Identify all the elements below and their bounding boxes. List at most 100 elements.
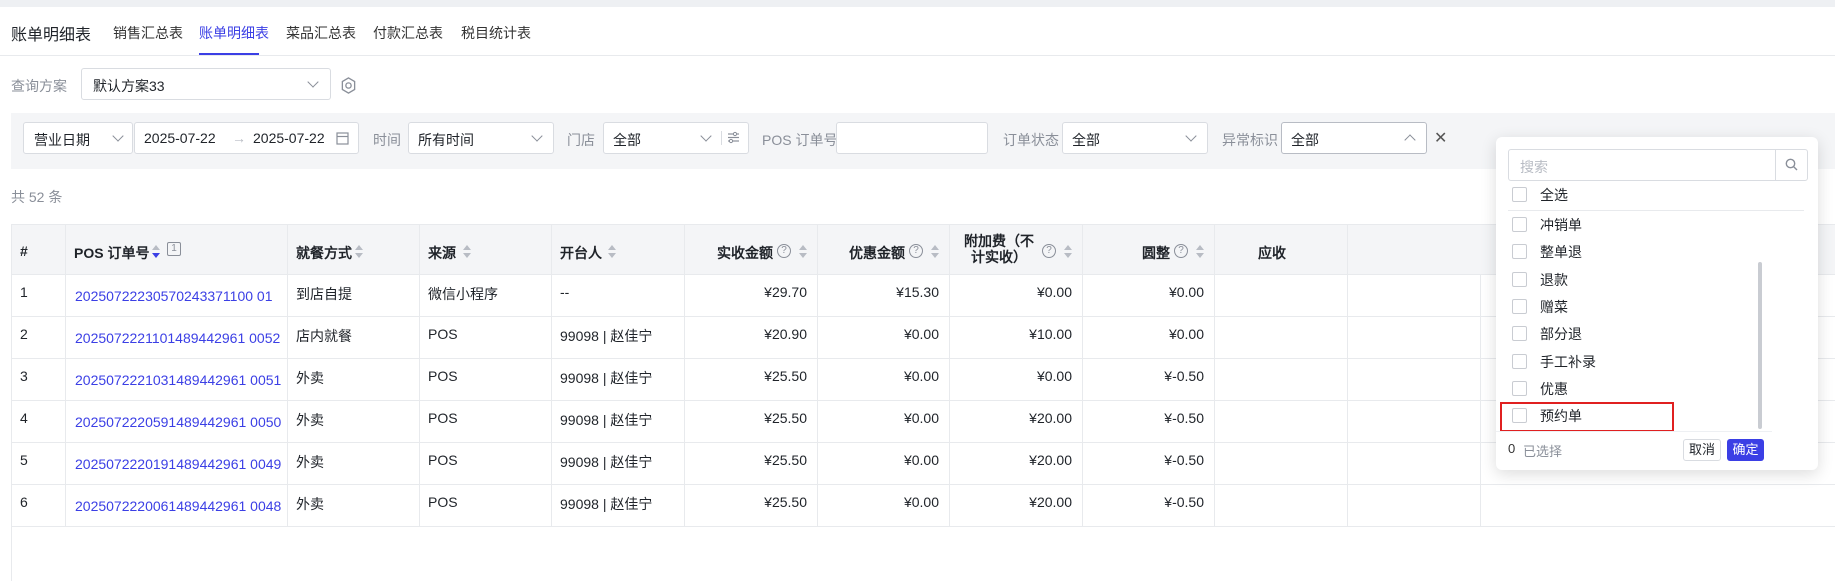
cell-opener: 99098 | 赵佳宁 [552,401,685,443]
cell-opener-value: -- [560,284,570,300]
divider [1496,431,1772,432]
cell-pos-order[interactable]: 2025072220061489442961 0048 [66,485,288,527]
cell-pos-order[interactable]: 20250722230570243371100 01 [66,275,288,317]
date-range-arrow: → [232,130,246,146]
sort-icon[interactable] [931,245,939,259]
search-button[interactable] [1775,150,1807,180]
checkbox[interactable] [1512,298,1527,314]
cell-empty [1348,275,1481,317]
sort-icon[interactable] [355,245,363,259]
tab-dish-summary[interactable]: 菜品汇总表 [286,23,356,43]
cell-dine-type: 到店自提 [288,275,420,317]
col-pos-order[interactable]: POS 订单号 1 [66,225,288,276]
sort-icon[interactable] [463,245,471,259]
pos-order-label: POS 订单号 [762,132,838,148]
cell-source-value: POS [428,326,458,342]
dropdown-option[interactable]: 退款 [1512,268,1792,292]
help-icon[interactable]: ? [1042,244,1056,258]
checkbox[interactable] [1512,244,1527,260]
dropdown-option[interactable]: 部分退 [1512,322,1792,346]
sort-icon[interactable] [1196,245,1204,259]
cell-opener-value: 99098 | 赵佳宁 [560,328,653,344]
cancel-button[interactable]: 取消 [1683,439,1721,461]
dropdown-option[interactable]: 整单退 [1512,240,1792,264]
dropdown-option[interactable]: 手工补录 [1512,350,1792,374]
col-opener[interactable]: 开台人 [552,225,685,276]
col-rounding[interactable]: 圆整 ? [1083,225,1215,276]
cell-index-value: 5 [20,452,28,468]
cell-pos-order-value[interactable]: 2025072220191489442961 0049 [75,456,281,472]
cell-empty [1215,317,1348,359]
cell-pos-order-value[interactable]: 2025072221101489442961 0052 [75,330,280,346]
tab-sales-summary[interactable]: 销售汇总表 [113,23,183,43]
store-select[interactable]: 全部 [603,122,749,154]
cell-opener: -- [552,275,685,317]
sort-icon[interactable] [608,245,616,259]
gear-icon[interactable] [340,77,357,94]
dropdown-option[interactable]: 赠菜 [1512,295,1792,319]
cell-opener: 99098 | 赵佳宁 [552,485,685,527]
checkbox[interactable] [1512,217,1527,232]
cell-pos-order-value[interactable]: 2025072221031489442961 0051 [75,372,281,388]
cell-paid-amount: ¥29.70 [685,275,818,317]
col-receivable[interactable]: 应收 [1215,225,1348,276]
checkbox[interactable] [1512,380,1527,396]
selected-label: 已选择 [1523,444,1563,459]
checkbox[interactable] [1512,326,1527,342]
sort-icon[interactable] [799,245,807,259]
cell-surcharge-value: ¥20.00 [1029,452,1072,468]
abnormal-flag-select[interactable]: 全部 [1281,122,1427,154]
help-icon[interactable]: ? [777,244,791,258]
cell-pos-order-value[interactable]: 2025072220591489442961 0050 [75,414,281,430]
help-icon[interactable]: ? [909,244,923,258]
cell-pos-order-value[interactable]: 20250722230570243371100 01 [75,288,273,304]
help-icon[interactable]: ? [1174,244,1188,258]
cell-rounding-value: ¥0.00 [1168,326,1204,342]
cell-pos-order[interactable]: 2025072221031489442961 0051 [66,359,288,401]
abnormal-flag-dropdown: 搜索 全选 冲销单 整单退 退款 赠菜 部分退 手工补录 优惠 预约单 0 已选择 取消 确定 [1496,137,1818,470]
checkbox[interactable] [1512,271,1527,287]
confirm-button[interactable]: 确定 [1727,439,1764,461]
checkbox[interactable] [1512,187,1527,202]
tab-tax-statistics[interactable]: 税目统计表 [461,23,531,43]
cell-surcharge: ¥20.00 [950,401,1083,443]
order-status-value: 全部 [1072,132,1100,148]
col-discount-amount[interactable]: 优惠金额 ? [818,225,950,276]
sort-icon[interactable] [152,245,160,259]
time-select[interactable]: 所有时间 [408,122,554,154]
cell-pos-order[interactable]: 2025072220591489442961 0050 [66,401,288,443]
dropdown-search-input[interactable]: 搜索 [1508,149,1808,181]
option-select-all[interactable]: 全选 [1512,183,1792,207]
cell-opener-value: 99098 | 赵佳宁 [560,454,653,470]
col-source[interactable]: 来源 [420,225,552,276]
col-paid-amount[interactable]: 实收金额 ? [685,225,818,276]
cell-surcharge: ¥0.00 [950,275,1083,317]
sort-icon[interactable] [1064,245,1072,259]
col-dine-type[interactable]: 就餐方式 [288,225,420,276]
option-label: 部分退 [1540,326,1582,343]
dropdown-scrollbar[interactable] [1758,262,1762,429]
tab-bill-detail[interactable]: 账单明细表 [199,23,269,43]
dropdown-option[interactable]: 优惠 [1512,377,1792,401]
close-icon[interactable]: ✕ [1434,128,1447,148]
col-surcharge[interactable]: 附加费（不计实收） ? [950,225,1083,276]
query-scheme-select[interactable]: 默认方案33 [81,68,331,100]
cell-dine-type-value: 外卖 [296,412,324,428]
cell-pos-order-value[interactable]: 2025072220061489442961 0048 [75,498,281,514]
date-type-select[interactable]: 营业日期 [23,122,133,154]
option-label: 手工补录 [1540,353,1596,370]
cell-index: 3 [12,359,66,401]
pos-order-input[interactable] [836,122,988,154]
cell-discount-amount-value: ¥0.00 [903,452,939,468]
tab-payment-summary[interactable]: 付款汇总表 [373,23,443,43]
checkbox[interactable] [1512,353,1527,369]
dropdown-option[interactable]: 冲销单 [1512,213,1792,237]
cell-pos-order[interactable]: 2025072221101489442961 0052 [66,317,288,359]
order-status-select[interactable]: 全部 [1062,122,1208,154]
option-label: 冲销单 [1540,217,1582,233]
cell-pos-order[interactable]: 2025072220191489442961 0049 [66,443,288,485]
calendar-icon [336,132,349,145]
filter-settings-icon[interactable] [727,131,740,144]
cell-dine-type: 外卖 [288,401,420,443]
date-range-picker[interactable]: 2025-07-22 → 2025-07-22 [134,122,359,154]
